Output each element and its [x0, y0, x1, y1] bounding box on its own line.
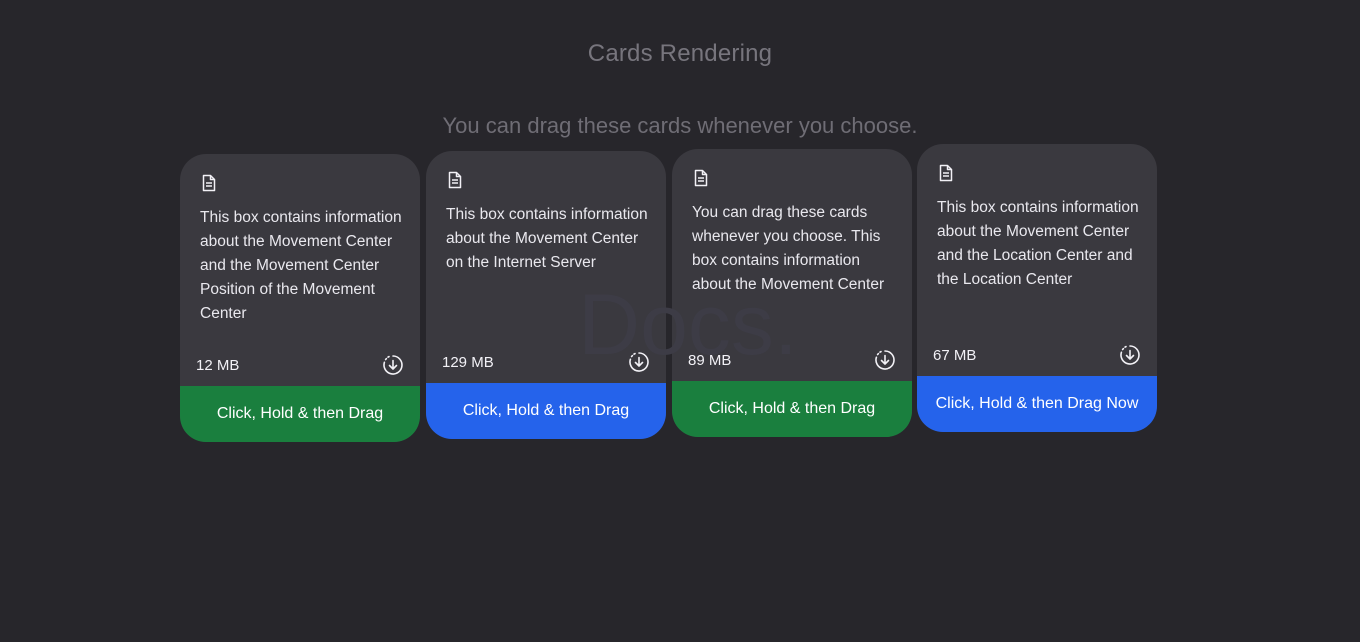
document-icon [692, 169, 710, 187]
card-description: This box contains information about the … [446, 206, 648, 271]
document-icon [937, 164, 955, 182]
draggable-card[interactable]: This box contains information about the … [426, 151, 666, 439]
card-description: You can drag these cards whenever you ch… [692, 204, 885, 293]
download-icon[interactable] [874, 349, 896, 371]
download-icon[interactable] [382, 354, 404, 376]
download-icon[interactable] [1119, 344, 1141, 366]
page-subtitle: You can drag these cards whenever you ch… [442, 113, 918, 138]
file-size: 129 MB [442, 354, 494, 371]
page-title: Cards Rendering [587, 40, 773, 67]
document-icon [446, 171, 464, 189]
card-description: This box contains information about the … [937, 199, 1139, 288]
draggable-card[interactable]: This box contains information about the … [180, 154, 420, 442]
draggable-card[interactable]: You can drag these cards whenever you ch… [672, 149, 912, 437]
card-description: This box contains information about the … [200, 209, 402, 322]
download-icon[interactable] [628, 351, 650, 373]
drag-button[interactable]: Click, Hold & then Drag [426, 383, 666, 439]
drag-button[interactable]: Click, Hold & then Drag Now [917, 376, 1157, 432]
page: Cards Rendering You can drag these cards… [0, 0, 1360, 642]
drag-button[interactable]: Click, Hold & then Drag [672, 381, 912, 437]
file-size: 67 MB [933, 347, 977, 364]
draggable-card[interactable]: This box contains information about the … [917, 144, 1157, 432]
file-size: 12 MB [196, 357, 240, 374]
drag-button[interactable]: Click, Hold & then Drag [180, 386, 420, 442]
document-icon [200, 174, 218, 192]
file-size: 89 MB [688, 352, 732, 369]
